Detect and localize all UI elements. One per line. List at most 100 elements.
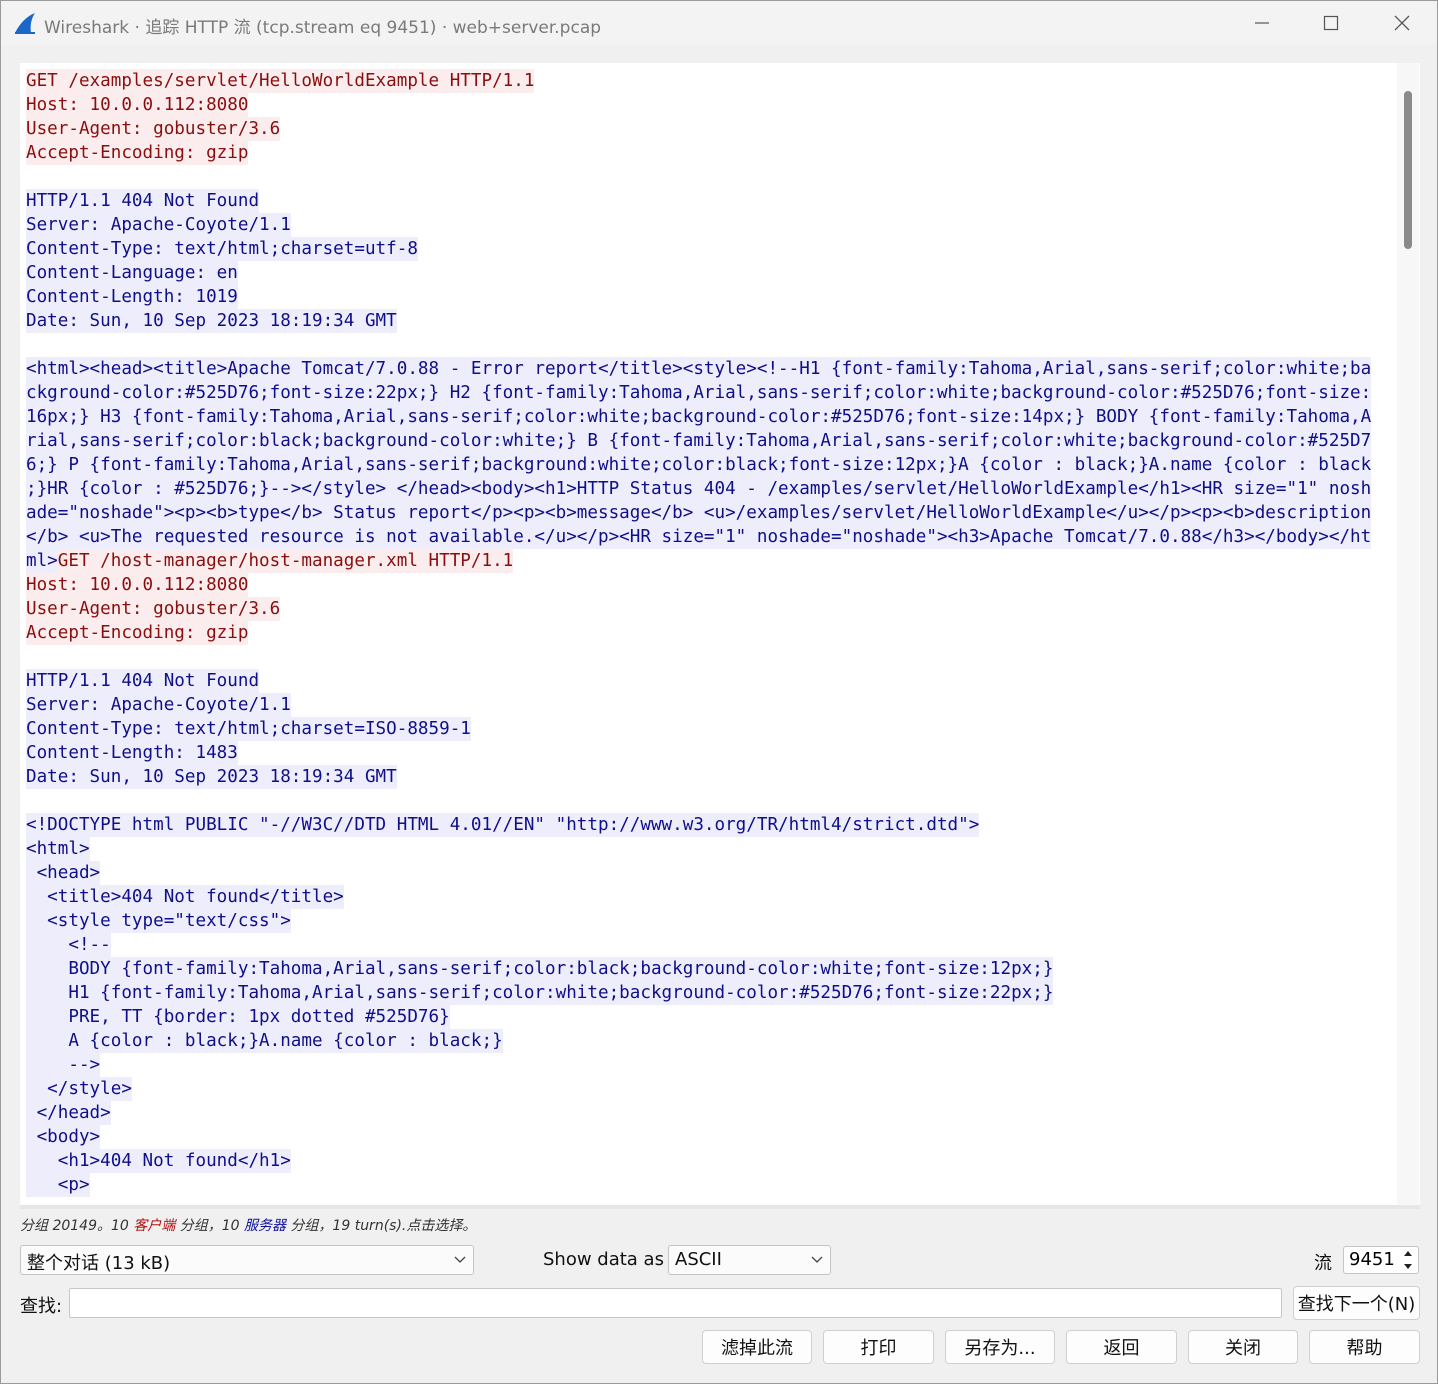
- server-segment: Content-Language: en: [26, 261, 238, 285]
- stream-line: rial,sans-serif;color:black;background-c…: [26, 429, 1388, 453]
- title-bar: Wireshark · 追踪 HTTP 流 (tcp.stream eq 945…: [1, 1, 1437, 45]
- stream-line: Content-Length: 1019: [26, 285, 1388, 309]
- find-input[interactable]: [69, 1288, 1282, 1318]
- client-segment: User-Agent: gobuster/3.6: [26, 117, 281, 141]
- stream-number-value: 9451: [1349, 1249, 1395, 1270]
- server-segment: -->: [26, 1053, 101, 1077]
- server-segment: <head>: [26, 861, 101, 885]
- spin-down-icon[interactable]: [1402, 1262, 1414, 1271]
- stream-text: GET /examples/servlet/HelloWorldExample …: [26, 69, 1388, 1197]
- client-segment: Host: 10.0.0.112:8080: [26, 93, 249, 117]
- conversation-select-value: 整个对话 (13 kB): [27, 1253, 171, 1274]
- stream-line: PRE, TT {border: 1px dotted #525D76}: [26, 1005, 1388, 1029]
- server-link[interactable]: 服务器: [244, 1218, 286, 1234]
- stream-line: H1 {font-family:Tahoma,Arial,sans-serif;…: [26, 981, 1388, 1005]
- server-segment: Content-Length: 1483: [26, 741, 238, 765]
- stream-line: <!--: [26, 933, 1388, 957]
- stream-line: Date: Sun, 10 Sep 2023 18:19:34 GMT: [26, 309, 1388, 333]
- stream-line: [26, 645, 1388, 669]
- stream-line: Server: Apache-Coyote/1.1: [26, 213, 1388, 237]
- close-button[interactable]: 关闭: [1188, 1330, 1298, 1364]
- server-segment: HTTP/1.1 404 Not Found: [26, 669, 260, 693]
- stream-line: Content-Type: text/html;charset=ISO-8859…: [26, 717, 1388, 741]
- find-next-button[interactable]: 查找下一个(N): [1293, 1286, 1420, 1320]
- client-segment: GET /host-manager/host-manager.xml HTTP/…: [57, 549, 514, 573]
- minimize-icon: [1255, 22, 1269, 24]
- server-segment: </style>: [26, 1077, 132, 1101]
- stream-line: Date: Sun, 10 Sep 2023 18:19:34 GMT: [26, 765, 1388, 789]
- save-as-button[interactable]: 另存为...: [945, 1330, 1055, 1364]
- server-segment: Content-Type: text/html;charset=ISO-8859…: [26, 717, 471, 741]
- stream-line: 16px;} H3 {font-family:Tahoma,Arial,sans…: [26, 405, 1388, 429]
- client-segment: Accept-Encoding: gzip: [26, 621, 249, 645]
- stream-line: <title>404 Not found</title>: [26, 885, 1388, 909]
- stream-number-spinbox[interactable]: 9451: [1343, 1246, 1419, 1274]
- stream-line: Content-Language: en: [26, 261, 1388, 285]
- stream-line: BODY {font-family:Tahoma,Arial,sans-seri…: [26, 957, 1388, 981]
- stream-line: ade="noshade"><p><b>type</b> Status repo…: [26, 501, 1388, 525]
- stream-line: </head>: [26, 1101, 1388, 1125]
- maximize-button[interactable]: [1296, 1, 1366, 45]
- status-mid: 分组，10: [175, 1218, 244, 1234]
- show-data-select[interactable]: ASCII: [668, 1245, 831, 1275]
- chevron-down-icon: [811, 1256, 823, 1263]
- close-icon: [1394, 15, 1410, 31]
- client-segment: Accept-Encoding: gzip: [26, 141, 249, 165]
- maximize-icon: [1323, 15, 1339, 31]
- stream-line: <!DOCTYPE html PUBLIC "-//W3C//DTD HTML …: [26, 813, 1388, 837]
- stream-line: Accept-Encoding: gzip: [26, 621, 1388, 645]
- stream-line: User-Agent: gobuster/3.6: [26, 117, 1388, 141]
- stream-status-text: 分组 20149。10 客户端 分组，10 服务器 分组，19 turn(s).…: [20, 1215, 476, 1235]
- client-segment: User-Agent: gobuster/3.6: [26, 597, 281, 621]
- server-segment: A {color : black;}A.name {color : black;…: [26, 1029, 503, 1053]
- server-segment: <html>: [26, 837, 90, 861]
- stream-line: HTTP/1.1 404 Not Found: [26, 669, 1388, 693]
- server-segment: ckground-color:#525D76;font-size:22px;} …: [26, 381, 1372, 405]
- server-segment: ml>: [26, 549, 58, 573]
- stream-line: ;}HR {color : #525D76;}--></style> </hea…: [26, 477, 1388, 501]
- server-segment: Content-Type: text/html;charset=utf-8: [26, 237, 418, 261]
- stream-line: A {color : black;}A.name {color : black;…: [26, 1029, 1388, 1053]
- client-link[interactable]: 客户端: [133, 1218, 175, 1234]
- server-segment: <body>: [26, 1125, 101, 1149]
- stream-line: [26, 165, 1388, 189]
- server-segment: 6;} P {font-family:Tahoma,Arial,sans-ser…: [26, 453, 1372, 477]
- minimize-button[interactable]: [1227, 1, 1297, 45]
- server-segment: ade="noshade"><p><b>type</b> Status repo…: [26, 501, 1372, 525]
- help-button[interactable]: 帮助: [1309, 1330, 1420, 1364]
- server-segment: <p>: [26, 1173, 90, 1197]
- server-segment: <title>404 Not found</title>: [26, 885, 344, 909]
- stream-line: ckground-color:#525D76;font-size:22px;} …: [26, 381, 1388, 405]
- back-button[interactable]: 返回: [1066, 1330, 1177, 1364]
- conversation-select[interactable]: 整个对话 (13 kB): [20, 1245, 474, 1275]
- client-segment: Host: 10.0.0.112:8080: [26, 573, 249, 597]
- stream-line: [26, 333, 1388, 357]
- spin-up-icon[interactable]: [1402, 1249, 1414, 1258]
- stream-content-pane[interactable]: GET /examples/servlet/HelloWorldExample …: [20, 63, 1420, 1205]
- wireshark-fin-icon: [15, 13, 35, 34]
- show-data-select-value: ASCII: [675, 1249, 722, 1270]
- server-segment: PRE, TT {border: 1px dotted #525D76}: [26, 1005, 450, 1029]
- stream-line: Content-Type: text/html;charset=utf-8: [26, 237, 1388, 261]
- stream-line: Accept-Encoding: gzip: [26, 141, 1388, 165]
- server-segment: Server: Apache-Coyote/1.1: [26, 693, 291, 717]
- horizontal-scrollbar[interactable]: [20, 1205, 1420, 1209]
- stream-line: [26, 789, 1388, 813]
- stream-line: -->: [26, 1053, 1388, 1077]
- stream-line: ml>GET /host-manager/host-manager.xml HT…: [26, 549, 1388, 573]
- filter-out-stream-button[interactable]: 滤掉此流: [702, 1330, 812, 1364]
- server-segment: <!DOCTYPE html PUBLIC "-//W3C//DTD HTML …: [26, 813, 980, 837]
- stream-line: <p>: [26, 1173, 1388, 1197]
- stream-line: Host: 10.0.0.112:8080: [26, 93, 1388, 117]
- server-segment: Content-Length: 1019: [26, 285, 238, 309]
- vertical-scrollbar[interactable]: [1397, 63, 1419, 1205]
- server-segment: Server: Apache-Coyote/1.1: [26, 213, 291, 237]
- scrollbar-thumb[interactable]: [1404, 91, 1412, 249]
- server-segment: Date: Sun, 10 Sep 2023 18:19:34 GMT: [26, 765, 397, 789]
- print-button[interactable]: 打印: [823, 1330, 934, 1364]
- stream-line: 6;} P {font-family:Tahoma,Arial,sans-ser…: [26, 453, 1388, 477]
- close-window-button[interactable]: [1367, 1, 1437, 45]
- follow-stream-window: Wireshark · 追踪 HTTP 流 (tcp.stream eq 945…: [0, 0, 1438, 1384]
- stream-line: <head>: [26, 861, 1388, 885]
- server-segment: <html><head><title>Apache Tomcat/7.0.88 …: [26, 357, 1372, 381]
